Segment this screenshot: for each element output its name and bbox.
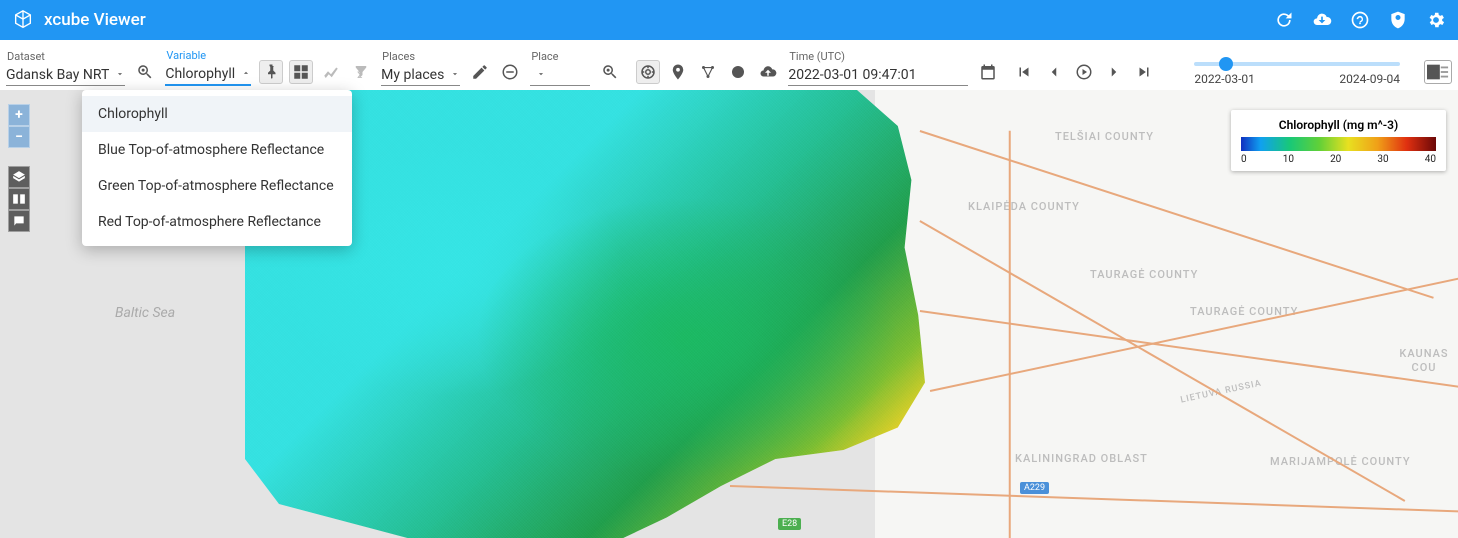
zoom-in-button[interactable]: + (8, 104, 30, 126)
pin-icon[interactable] (259, 60, 283, 84)
compare-icon[interactable] (8, 188, 30, 210)
variable-option[interactable]: Red Top-of-atmosphere Reflectance (82, 204, 352, 240)
refresh-icon[interactable] (1274, 10, 1294, 30)
variable-label: Variable (165, 49, 251, 62)
controls-bar: Dataset Gdansk Bay NRT Variable Chloroph… (0, 40, 1458, 90)
skip-first-icon[interactable] (1012, 60, 1036, 84)
place-label: Place (530, 50, 590, 63)
shield-icon[interactable] (1388, 10, 1408, 30)
upload-icon[interactable] (756, 60, 780, 84)
variable-option[interactable]: Blue Top-of-atmosphere Reflectance (82, 132, 352, 168)
select-arrow-icon (450, 67, 460, 83)
variable-option[interactable]: Green Top-of-atmosphere Reflectance (82, 168, 352, 204)
select-arrow-icon (241, 66, 251, 82)
legend-title: Chlorophyll (mg m^-3) (1241, 118, 1436, 132)
slider-thumb[interactable] (1219, 57, 1233, 71)
zoom-dataset-icon[interactable] (133, 60, 157, 84)
app-title: xcube Viewer (44, 10, 1274, 30)
region-label: TELŠIAI COUNTY (1055, 130, 1154, 144)
dataset-label: Dataset (6, 50, 125, 63)
info-icon[interactable] (8, 210, 30, 232)
road-line (1009, 131, 1011, 538)
region-label: KLAIPĖDA COUNTY (968, 200, 1080, 214)
remove-icon[interactable] (498, 60, 522, 84)
variable-value: Chlorophyll (165, 66, 235, 82)
place-field: Place (530, 50, 590, 86)
polygon-icon[interactable] (696, 60, 720, 84)
play-icon[interactable] (1072, 60, 1096, 84)
legend-ticks: 0 10 20 30 40 (1241, 154, 1436, 165)
next-icon[interactable] (1102, 60, 1126, 84)
slider-end: 2024-09-04 (1339, 72, 1400, 86)
time-input[interactable] (788, 65, 968, 86)
zoom-out-button[interactable]: − (8, 126, 30, 148)
circle-icon[interactable] (726, 60, 750, 84)
help-icon[interactable] (1350, 10, 1370, 30)
variable-dropdown-menu: Chlorophyll Blue Top-of-atmosphere Refle… (82, 90, 352, 246)
dataset-field: Dataset Gdansk Bay NRT (6, 50, 125, 86)
select-arrow-icon (536, 67, 546, 83)
map-tool-controls (8, 166, 30, 232)
sea-label: Baltic Sea (115, 305, 175, 321)
slider-start: 2022-03-01 (1194, 72, 1255, 86)
dataset-select[interactable]: Gdansk Bay NRT (6, 65, 125, 86)
variable-select[interactable]: Chlorophyll (165, 64, 251, 86)
variable-option[interactable]: Chlorophyll (82, 96, 352, 132)
marker-icon[interactable] (666, 60, 690, 84)
time-field: Time (UTC) (788, 50, 968, 86)
region-label: KAUNAS COU (1390, 347, 1458, 376)
calendar-icon[interactable] (976, 60, 1000, 84)
time-slider[interactable]: 2022-03-01 2024-09-04 (1164, 62, 1416, 86)
region-label: TAURAGĖ COUNTY (1090, 268, 1198, 282)
app-header: xcube Viewer (0, 0, 1458, 40)
place-select[interactable] (530, 65, 590, 86)
select-arrow-icon (115, 67, 125, 83)
stats-icon[interactable]: Σ (349, 60, 373, 84)
svg-text:Σ: Σ (357, 71, 362, 81)
places-select[interactable]: My places (381, 65, 460, 86)
color-legend: Chlorophyll (mg m^-3) 0 10 20 30 40 (1231, 110, 1446, 171)
region-label: KALININGRAD OBLAST (1015, 452, 1148, 466)
variable-field: Variable Chlorophyll (165, 49, 251, 86)
cloud-download-icon[interactable] (1312, 10, 1332, 30)
zoom-place-icon[interactable] (598, 60, 622, 84)
places-field: Places My places (381, 50, 460, 86)
places-value: My places (381, 67, 444, 83)
layers-icon[interactable] (8, 166, 30, 188)
app-logo-icon (12, 9, 34, 31)
timeseries-icon[interactable] (319, 60, 343, 84)
select-point-icon[interactable] (636, 60, 660, 84)
header-actions (1274, 10, 1446, 30)
legend-colorbar (1241, 137, 1436, 151)
gear-icon[interactable] (1426, 10, 1446, 30)
places-label: Places (381, 50, 460, 63)
skip-last-icon[interactable] (1132, 60, 1156, 84)
grid-icon[interactable] (289, 60, 313, 84)
time-label: Time (UTC) (788, 50, 968, 63)
map-zoom-controls: + − (8, 104, 30, 148)
dataset-value: Gdansk Bay NRT (6, 67, 109, 83)
sidepanel-toggle-icon[interactable] (1424, 60, 1452, 84)
edit-icon[interactable] (468, 60, 492, 84)
road-badge: A229 (1020, 482, 1049, 494)
prev-icon[interactable] (1042, 60, 1066, 84)
region-label: TAURAGĖ COUNTY (1190, 305, 1298, 319)
